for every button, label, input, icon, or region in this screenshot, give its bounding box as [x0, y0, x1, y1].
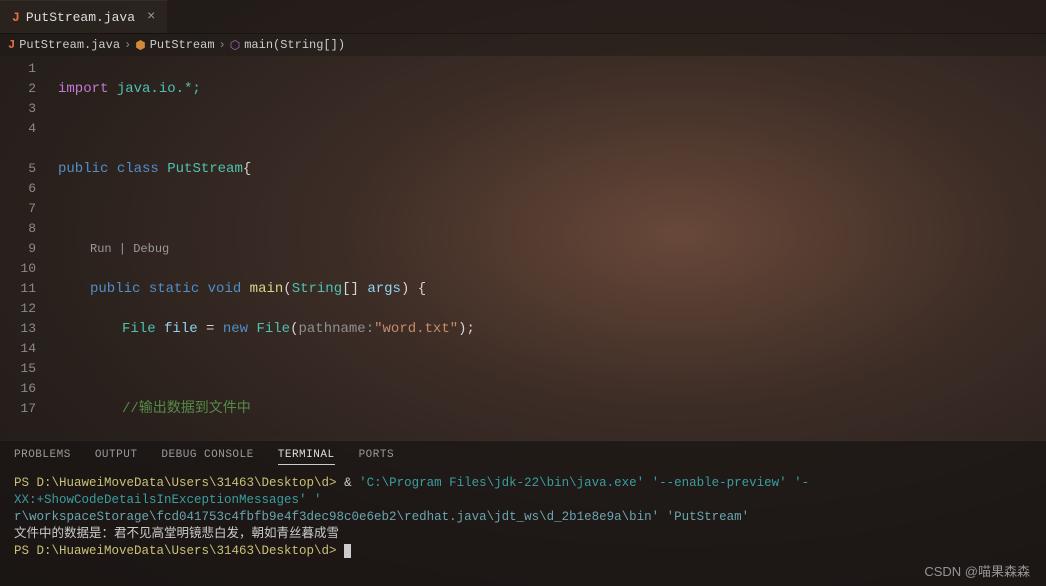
codelens-run[interactable]: Run — [90, 242, 112, 256]
method-icon: ⬡ — [230, 38, 240, 53]
chevron-right-icon: › — [124, 38, 131, 52]
java-file-icon: J — [8, 38, 15, 52]
chevron-right-icon: › — [219, 38, 226, 52]
java-file-icon: J — [12, 10, 20, 25]
close-icon[interactable]: × — [147, 9, 155, 25]
tab-ports[interactable]: PORTS — [359, 449, 395, 465]
watermark: CSDN @喵果森森 — [924, 561, 1030, 580]
crumb-method: main(String[]) — [244, 38, 345, 52]
tab-output[interactable]: OUTPUT — [95, 449, 138, 465]
crumb-class: PutStream — [150, 38, 215, 52]
terminal-cursor — [344, 544, 351, 558]
code-lines[interactable]: import java.io.*; public class PutStream… — [44, 56, 1046, 440]
bottom-panel: PROBLEMS OUTPUT DEBUG CONSOLE TERMINAL P… — [0, 441, 1046, 586]
breadcrumb[interactable]: J PutStream.java › ⬢ PutStream › ⬡ main(… — [0, 34, 1046, 56]
crumb-file: PutStream.java — [19, 38, 120, 52]
line-gutter: 1234567891011121314151617 — [0, 56, 44, 440]
editor-area: J PutStream.java × J PutStream.java › ⬢ … — [0, 0, 1046, 440]
file-tab[interactable]: J PutStream.java × — [0, 0, 167, 33]
tab-terminal[interactable]: TERMINAL — [278, 449, 335, 465]
codelens-debug[interactable]: Debug — [133, 242, 169, 256]
tab-problems[interactable]: PROBLEMS — [14, 449, 71, 465]
panel-tabs: PROBLEMS OUTPUT DEBUG CONSOLE TERMINAL P… — [0, 441, 1046, 471]
tab-bar: J PutStream.java × — [0, 0, 1046, 34]
tab-filename: PutStream.java — [26, 10, 135, 25]
tab-debug-console[interactable]: DEBUG CONSOLE — [161, 449, 253, 465]
class-icon: ⬢ — [135, 38, 145, 53]
code-area[interactable]: 1234567891011121314151617 import java.io… — [0, 56, 1046, 440]
terminal-content[interactable]: PS D:\HuaweiMoveData\Users\31463\Desktop… — [0, 471, 1046, 586]
